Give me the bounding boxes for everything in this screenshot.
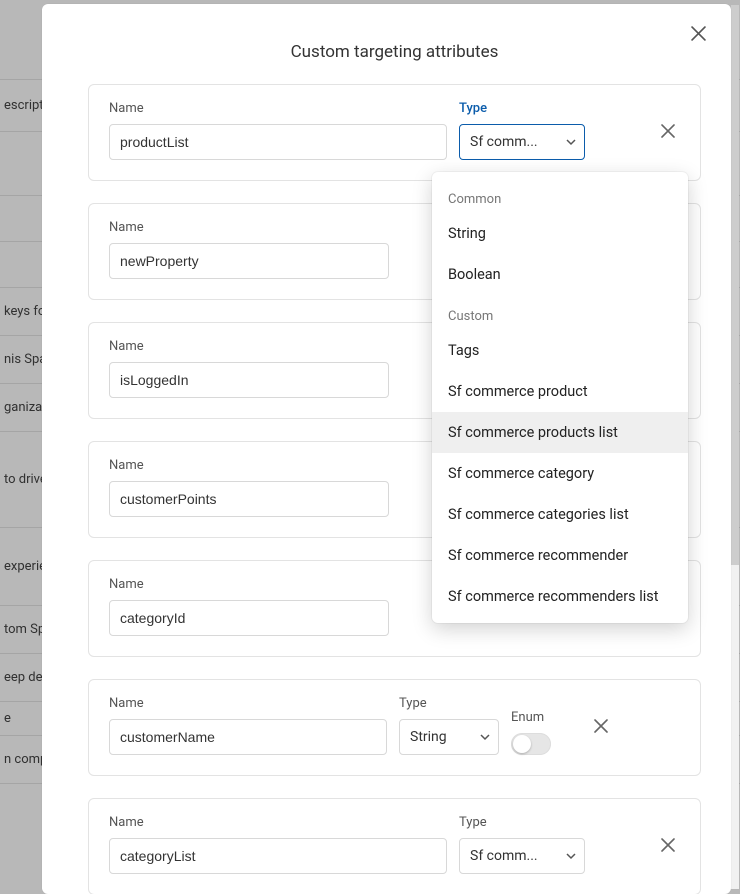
page-scrollbar-track[interactable] bbox=[731, 5, 739, 889]
remove-attribute-button[interactable] bbox=[656, 833, 680, 857]
dropdown-option-sf-category[interactable]: Sf commerce category bbox=[432, 453, 688, 494]
type-dropdown: Common String Boolean Custom Tags Sf com… bbox=[432, 172, 688, 623]
attribute-name-input[interactable] bbox=[109, 362, 389, 398]
type-select[interactable]: Sf comm... bbox=[459, 124, 585, 160]
page-scrollbar-thumb[interactable] bbox=[731, 5, 739, 565]
enum-toggle[interactable] bbox=[511, 733, 551, 755]
dropdown-option-tags[interactable]: Tags bbox=[432, 330, 688, 371]
dropdown-option-sf-recommender[interactable]: Sf commerce recommender bbox=[432, 535, 688, 576]
chevron-down-icon bbox=[480, 732, 490, 742]
name-field: Name bbox=[109, 815, 447, 874]
name-label: Name bbox=[109, 815, 447, 830]
dropdown-group-label: Custom bbox=[432, 295, 688, 330]
modal-close-button[interactable] bbox=[687, 22, 709, 44]
enum-field: Enum bbox=[511, 710, 577, 755]
name-label: Name bbox=[109, 696, 387, 711]
toggle-knob bbox=[513, 735, 531, 753]
modal-title: Custom targeting attributes bbox=[88, 20, 701, 84]
type-select[interactable]: String bbox=[399, 719, 499, 755]
dropdown-group-label: Common bbox=[432, 178, 688, 213]
dropdown-option-sf-product[interactable]: Sf commerce product bbox=[432, 371, 688, 412]
type-field: Type String bbox=[399, 696, 499, 755]
close-icon bbox=[691, 26, 706, 41]
remove-attribute-button[interactable] bbox=[656, 119, 680, 143]
type-field: Type Sf comm... bbox=[459, 815, 585, 874]
attribute-card: Name Type String Enum bbox=[88, 679, 701, 776]
targeting-attributes-modal: Custom targeting attributes Name Type Sf… bbox=[42, 4, 731, 894]
attribute-name-input[interactable] bbox=[109, 719, 387, 755]
chevron-down-icon bbox=[566, 137, 576, 147]
close-icon bbox=[661, 838, 675, 852]
attribute-name-input[interactable] bbox=[109, 838, 447, 874]
attribute-name-input[interactable] bbox=[109, 481, 389, 517]
attribute-name-input[interactable] bbox=[109, 243, 389, 279]
close-icon bbox=[661, 124, 675, 138]
dropdown-option-string[interactable]: String bbox=[432, 213, 688, 254]
type-label: Type bbox=[399, 696, 499, 711]
remove-attribute-button[interactable] bbox=[589, 714, 613, 738]
attribute-name-input[interactable] bbox=[109, 600, 389, 636]
dropdown-option-sf-products-list[interactable]: Sf commerce products list bbox=[432, 412, 688, 453]
enum-label: Enum bbox=[511, 710, 577, 725]
close-icon bbox=[594, 719, 608, 733]
attribute-card: Name Type Sf comm... bbox=[88, 798, 701, 894]
dropdown-option-sf-categories-list[interactable]: Sf commerce categories list bbox=[432, 494, 688, 535]
type-label: Type bbox=[459, 815, 585, 830]
type-field: Type Sf comm... bbox=[459, 101, 585, 160]
attribute-name-input[interactable] bbox=[109, 124, 447, 160]
name-label: Name bbox=[109, 101, 447, 116]
type-label: Type bbox=[459, 101, 585, 116]
dropdown-option-boolean[interactable]: Boolean bbox=[432, 254, 688, 295]
type-select[interactable]: Sf comm... bbox=[459, 838, 585, 874]
dropdown-option-sf-recommenders-list[interactable]: Sf commerce recommenders list bbox=[432, 576, 688, 617]
chevron-down-icon bbox=[566, 851, 576, 861]
name-field: Name bbox=[109, 696, 387, 755]
name-field: Name bbox=[109, 101, 447, 160]
attribute-card: Name Type Sf comm... bbox=[88, 84, 701, 181]
